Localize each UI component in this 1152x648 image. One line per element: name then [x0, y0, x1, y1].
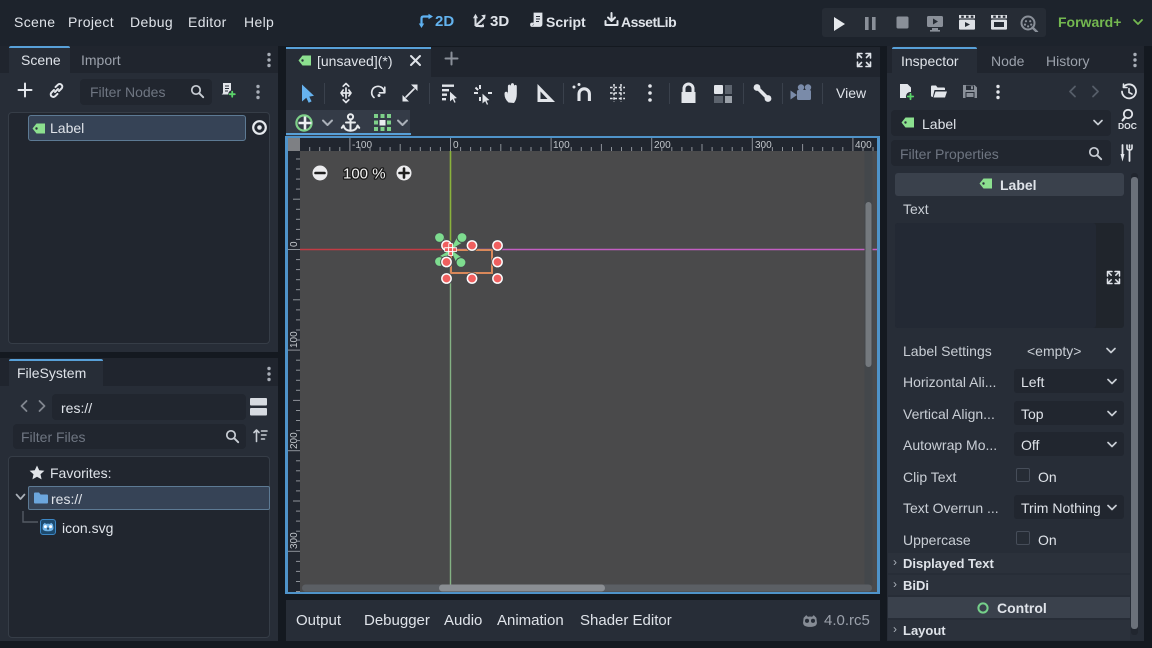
svg-text:0: 0	[453, 140, 459, 151]
svg-text:400: 400	[855, 140, 872, 151]
svg-text:DOC: DOC	[1118, 121, 1137, 130]
svg-text:100 %: 100 %	[343, 166, 386, 183]
svg-text:200: 200	[654, 140, 671, 151]
svg-text:0: 0	[289, 241, 300, 247]
svg-text:-100: -100	[352, 140, 372, 151]
svg-text:300: 300	[755, 140, 772, 151]
svg-text:300: 300	[289, 532, 300, 549]
svg-text:100: 100	[289, 331, 300, 348]
